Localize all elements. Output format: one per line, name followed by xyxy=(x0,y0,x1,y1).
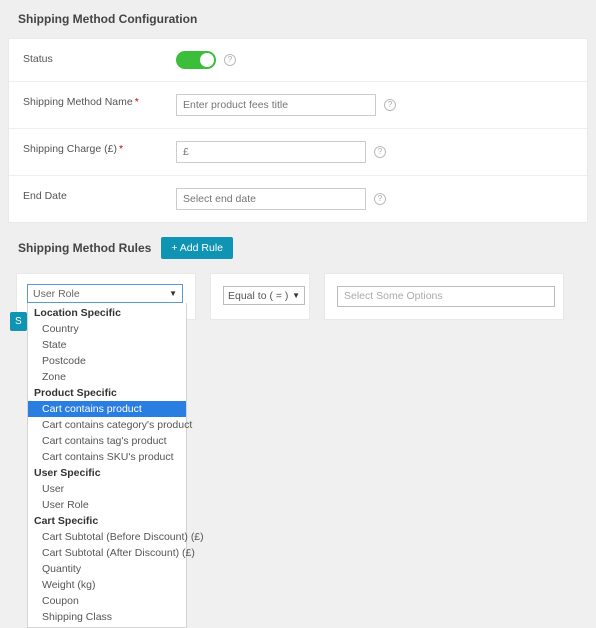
row-status: Status ? xyxy=(9,39,587,81)
method-name-input[interactable] xyxy=(176,94,376,116)
help-icon[interactable]: ? xyxy=(384,99,396,111)
dropdown-option[interactable]: State xyxy=(28,337,186,353)
attribute-select[interactable]: User Role ▼ xyxy=(27,284,183,303)
label-charge: Shipping Charge (£)* xyxy=(9,129,164,175)
rule-attribute-cell: User Role ▼ Location SpecificCountryStat… xyxy=(16,273,196,320)
dropdown-option[interactable]: Cart Subtotal (Before Discount) (£) xyxy=(28,529,186,545)
end-date-input[interactable] xyxy=(176,188,366,210)
condition-select[interactable]: Equal to ( = ) ▼ xyxy=(223,286,305,305)
rules-section-header: Shipping Method Rules + Add Rule xyxy=(0,223,596,267)
row-charge: Shipping Charge (£)* ? xyxy=(9,128,587,175)
config-section-header: Shipping Method Configuration xyxy=(0,0,596,38)
dropdown-option[interactable]: User Role xyxy=(28,497,186,513)
attribute-selected-label: User Role xyxy=(33,288,80,300)
chevron-down-icon: ▼ xyxy=(169,289,177,298)
add-rule-button[interactable]: + Add Rule xyxy=(161,237,233,259)
dropdown-option[interactable]: Shipping Class xyxy=(28,609,186,625)
dropdown-group-label: User Specific xyxy=(28,465,186,481)
label-method-name: Shipping Method Name* xyxy=(9,82,164,128)
dropdown-option[interactable]: Cart contains product xyxy=(28,401,186,417)
label-end-date: End Date xyxy=(9,176,164,222)
rule-row: User Role ▼ Location SpecificCountryStat… xyxy=(0,267,596,320)
dropdown-option[interactable]: Country xyxy=(28,321,186,337)
rule-values-cell: Select Some Options xyxy=(324,273,564,320)
rules-title: Shipping Method Rules xyxy=(18,241,151,255)
dropdown-option[interactable]: Coupon xyxy=(28,593,186,609)
config-form: Status ? Shipping Method Name* ? Shippin… xyxy=(8,38,588,223)
dropdown-group-label: Product Specific xyxy=(28,385,186,401)
status-toggle[interactable] xyxy=(176,51,216,69)
dropdown-group-label: Location Specific xyxy=(28,305,186,321)
values-multiselect[interactable]: Select Some Options xyxy=(337,286,555,307)
row-method-name: Shipping Method Name* ? xyxy=(9,81,587,128)
dropdown-option[interactable]: User xyxy=(28,481,186,497)
rule-condition-cell: Equal to ( = ) ▼ xyxy=(210,273,310,320)
condition-selected-label: Equal to ( = ) xyxy=(228,290,288,302)
help-icon[interactable]: ? xyxy=(374,146,386,158)
label-status: Status xyxy=(9,39,164,81)
row-end-date: End Date ? xyxy=(9,175,587,222)
dropdown-option[interactable]: Quantity xyxy=(28,561,186,577)
dropdown-group-label: Cart Specific xyxy=(28,513,186,529)
attribute-dropdown-list[interactable]: Location SpecificCountryStatePostcodeZon… xyxy=(27,303,187,628)
help-icon[interactable]: ? xyxy=(374,193,386,205)
dropdown-option[interactable]: Weight (kg) xyxy=(28,577,186,593)
charge-input[interactable] xyxy=(176,141,366,163)
dropdown-option[interactable]: Cart contains category's product xyxy=(28,417,186,433)
dropdown-option[interactable]: Cart Subtotal (After Discount) (£) xyxy=(28,545,186,561)
chevron-down-icon: ▼ xyxy=(292,291,300,300)
dropdown-option[interactable]: Cart contains SKU's product xyxy=(28,449,186,465)
save-button-fragment[interactable]: S xyxy=(10,312,27,331)
dropdown-option[interactable]: Cart contains tag's product xyxy=(28,433,186,449)
help-icon[interactable]: ? xyxy=(224,54,236,66)
dropdown-option[interactable]: Zone xyxy=(28,369,186,385)
dropdown-option[interactable]: Postcode xyxy=(28,353,186,369)
